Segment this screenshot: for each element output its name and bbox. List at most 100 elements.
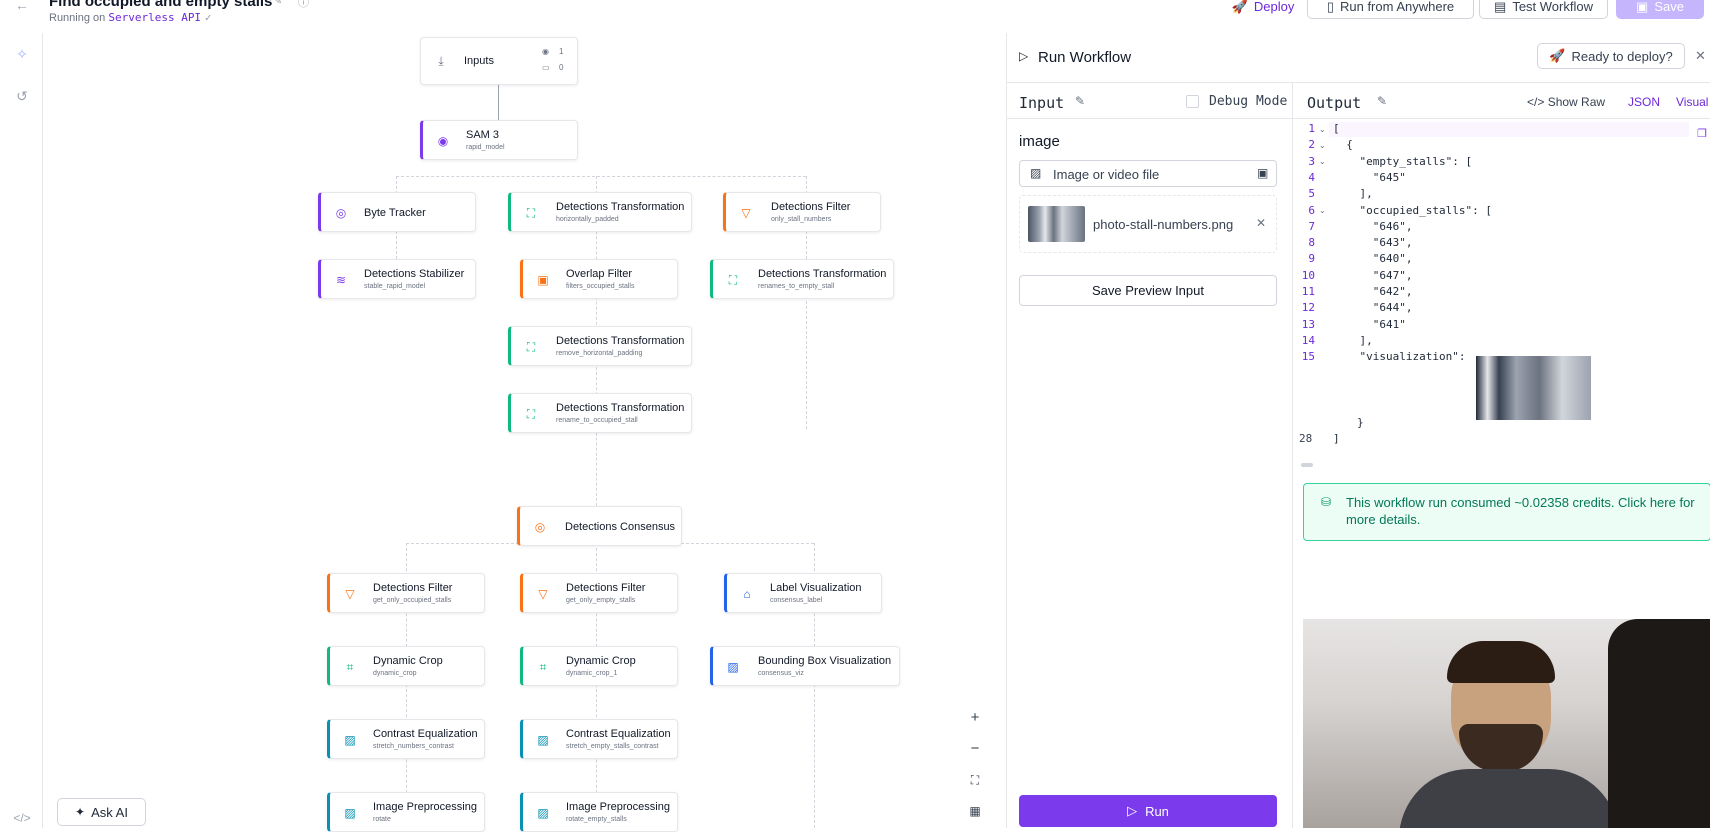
fold-arrow-icon[interactable]: ⌄ — [1319, 157, 1326, 166]
remove-file-icon[interactable]: ✕ — [1256, 216, 1266, 230]
run-from-anywhere-button[interactable]: ▯ Run from Anywhere — [1307, 0, 1474, 19]
edit-icon[interactable]: ✎ — [1377, 94, 1387, 108]
debug-mode-checkbox[interactable] — [1186, 95, 1199, 108]
rocket-icon: 🚀 — [1231, 0, 1248, 14]
code-line: ], — [1333, 333, 1373, 347]
run-workflow-panel: ▷ Run Workflow 🚀 Ready to deploy? ✕ Inpu… — [1006, 33, 1710, 828]
file-name: photo-stall-numbers.png — [1093, 217, 1234, 232]
code-line: "642", — [1333, 285, 1413, 298]
person-beard — [1459, 724, 1543, 772]
node-detections-consensus[interactable]: ◎ Detections Consensus — [517, 506, 682, 546]
workflow-canvas[interactable]: ⤓ Inputs ◉ 1 ▭ 0 ◉ SAM 3 rapid_model ◎ B… — [43, 33, 1006, 832]
line-number: 6 — [1308, 203, 1315, 217]
gallery-icon: ▣ — [1257, 166, 1269, 180]
node-detections-filter[interactable]: ▽ Detections Filter only_stall_numbers — [723, 192, 881, 232]
coins-icon: ⛁ — [1321, 495, 1332, 509]
ask-ai-button[interactable]: ✦ Ask AI — [57, 798, 146, 826]
node-detections-transformation[interactable]: ⛶ Detections Transformation renames_to_e… — [710, 259, 894, 299]
code-icon: </> — [1527, 95, 1545, 109]
zoom-out-button[interactable]: − — [964, 738, 986, 760]
tab-json[interactable]: JSON — [1628, 95, 1660, 109]
close-icon[interactable]: ✕ — [1695, 48, 1706, 64]
ready-to-deploy-button[interactable]: 🚀 Ready to deploy? — [1537, 43, 1685, 69]
line-number: 28 — [1299, 432, 1313, 445]
node-detections-stabilizer[interactable]: ≋ Detections Stabilizer stable_rapid_mod… — [318, 259, 476, 299]
inputs-node[interactable]: ⤓ Inputs ◉ 1 ▭ 0 — [420, 37, 578, 85]
minimap-icon[interactable]: ▦ — [964, 800, 986, 822]
transform-icon: ⛶ — [526, 407, 536, 421]
output-header: Output ✎ </> Show Raw JSON Visual — [1293, 83, 1710, 119]
param-count-icon: ▭ — [542, 63, 550, 72]
save-button[interactable]: ▣ Save — [1616, 0, 1704, 19]
node-overlap-filter[interactable]: ▣ Overlap Filter filters_occupied_stalls — [520, 259, 678, 299]
copy-icon[interactable]: ❐ — [1697, 127, 1707, 140]
code-line: "645" — [1333, 170, 1406, 184]
code-line: "occupied_stalls": [ — [1333, 203, 1492, 217]
node-dynamic-crop[interactable]: ⌗ Dynamic Crop dynamic_crop — [327, 646, 485, 686]
image-icon: ▨ — [344, 806, 356, 820]
node-contrast-equalization[interactable]: ▨ Contrast Equalization stretch_numbers_… — [327, 719, 485, 759]
node-image-preprocessing[interactable]: ▨ Image Preprocessing rotate — [327, 792, 485, 832]
code-line: "visualization": — [1333, 350, 1466, 364]
target-icon: ◎ — [335, 206, 347, 220]
code-line: "644", — [1333, 301, 1413, 315]
debug-mode-label: Debug Mode — [1209, 94, 1288, 109]
fit-view-icon[interactable]: ⛶ — [964, 769, 986, 791]
transform-icon: ⛶ — [728, 273, 738, 287]
consensus-icon: ◎ — [534, 520, 546, 534]
tab-visual[interactable]: Visual — [1676, 95, 1708, 109]
edit-icon[interactable]: ✎ — [1075, 94, 1085, 108]
sparkle-icon[interactable]: ✧ — [13, 45, 31, 63]
deploy-button[interactable]: 🚀 Deploy — [1218, 0, 1308, 19]
run-button[interactable]: ▷ Run — [1019, 795, 1277, 827]
code-line: "646", — [1333, 219, 1413, 233]
input-header: Input ✎ Debug Mode — [1007, 83, 1292, 119]
fold-arrow-icon[interactable]: ⌄ — [1319, 141, 1326, 150]
transform-icon: ⛶ — [526, 206, 536, 220]
node-dynamic-crop[interactable]: ⌗ Dynamic Crop dynamic_crop_1 — [520, 646, 678, 686]
back-arrow-icon[interactable]: ← — [15, 0, 29, 13]
line-number: 13 — [1301, 317, 1315, 331]
edit-title-icon[interactable]: ✎ — [273, 0, 282, 7]
horizontal-scrollbar[interactable] — [1301, 463, 1313, 467]
node-detections-filter[interactable]: ▽ Detections Filter get_only_occupied_st… — [327, 573, 485, 613]
node-sam3[interactable]: ◉ SAM 3 rapid_model — [420, 120, 578, 160]
node-detections-filter[interactable]: ▽ Detections Filter get_only_empty_stall… — [520, 573, 678, 613]
node-bounding-box-visualization[interactable]: ▨ Bounding Box Visualization consensus_v… — [710, 646, 900, 686]
json-viewer[interactable]: ❐ 1 [2 {3 "empty_stalls": [4 "645" 5 ], 6 "… — [1293, 119, 1710, 445]
device-icon: ▯ — [1326, 0, 1334, 14]
node-contrast-equalization[interactable]: ▨ Contrast Equalization stretch_empty_st… — [520, 719, 678, 759]
show-raw-button[interactable]: </> Show Raw — [1527, 95, 1605, 109]
history-icon[interactable]: ↺ — [13, 87, 31, 105]
code-line: ] — [1333, 432, 1340, 445]
code-line: "641" — [1333, 317, 1406, 331]
image-count: 1 — [559, 47, 564, 56]
node-detections-transformation[interactable]: ⛶ Detections Transformation rename_to_oc… — [508, 393, 692, 433]
credits-notice[interactable]: ⛁ This workflow run consumed ~0.02358 cr… — [1303, 483, 1710, 541]
fold-arrow-icon[interactable]: ⌄ — [1319, 125, 1326, 134]
node-label-visualization[interactable]: ⌂ Label Visualization consensus_label — [724, 573, 882, 613]
node-detections-transformation[interactable]: ⛶ Detections Transformation remove_horiz… — [508, 326, 692, 366]
image-icon: ▨ — [344, 733, 356, 747]
test-workflow-button[interactable]: ▤ Test Workflow — [1479, 0, 1608, 19]
image-upload-button[interactable]: ▨ Image or video file ▣ — [1019, 160, 1277, 187]
node-image-preprocessing[interactable]: ▨ Image Preprocessing rotate_empty_stall… — [520, 792, 678, 832]
run-location-api[interactable]: Serverless API — [108, 11, 201, 24]
save-preview-input-button[interactable]: Save Preview Input — [1019, 275, 1277, 306]
fold-arrow-icon[interactable]: ⌄ — [1319, 206, 1326, 215]
line-number: 14 — [1301, 333, 1315, 347]
eye-icon: ◉ — [437, 134, 449, 148]
zoom-in-button[interactable]: + — [964, 707, 986, 729]
person-hair — [1447, 641, 1555, 683]
node-byte-tracker[interactable]: ◎ Byte Tracker — [318, 192, 476, 232]
image-field-label: image — [1019, 133, 1060, 150]
current-line-highlight — [1329, 122, 1689, 137]
run-location: Running on Serverless API ✓ — [49, 11, 213, 24]
code-icon[interactable]: </> — [13, 809, 31, 827]
input-column: Input ✎ Debug Mode image ▨ Image or vide… — [1007, 83, 1293, 828]
uploaded-file: photo-stall-numbers.png ✕ — [1019, 195, 1277, 253]
save-icon: ▣ — [1636, 0, 1649, 14]
line-number: 3 — [1308, 154, 1315, 168]
node-detections-transformation[interactable]: ⛶ Detections Transformation horizontally… — [508, 192, 692, 232]
info-icon[interactable]: ⓘ — [298, 0, 309, 10]
